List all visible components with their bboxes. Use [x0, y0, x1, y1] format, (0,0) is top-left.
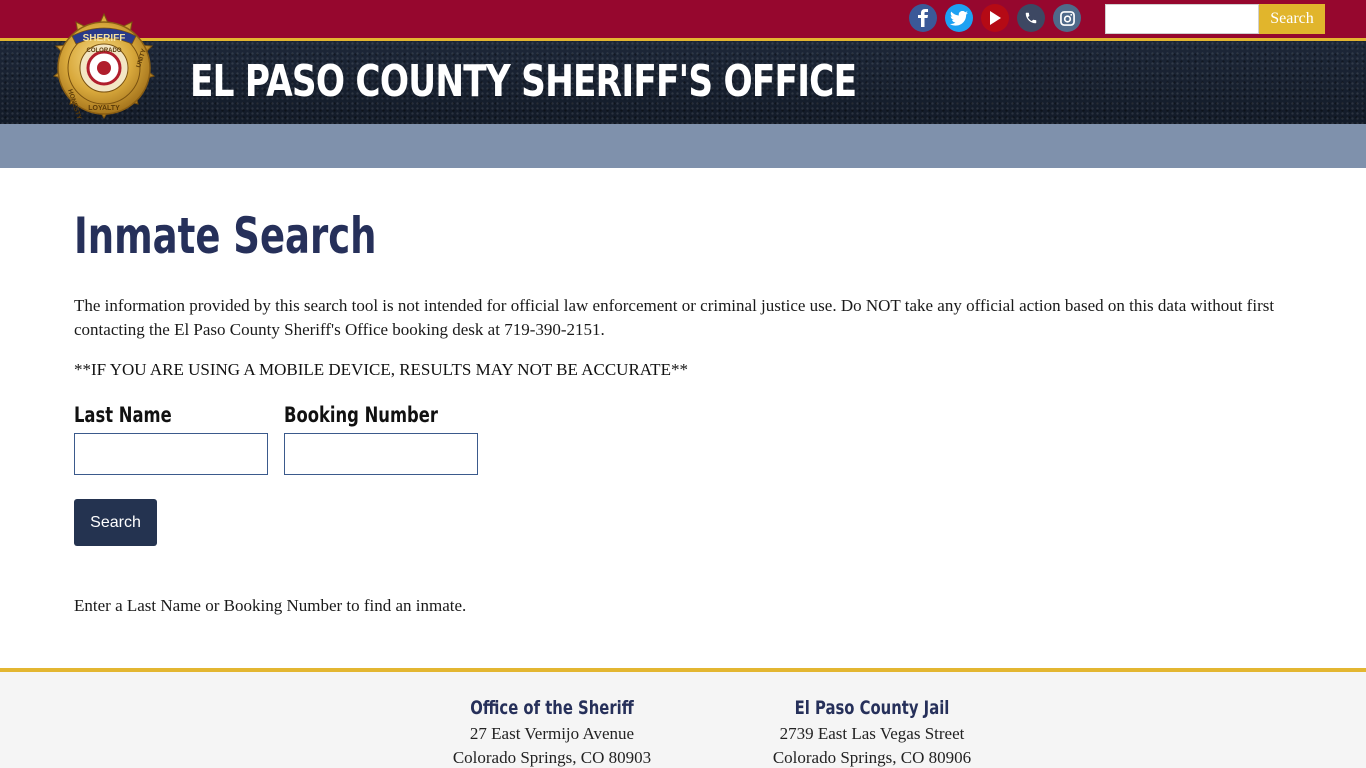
phone-icon[interactable] [1017, 4, 1045, 32]
site-title[interactable]: EL PASO COUNTY SHERIFF'S OFFICE [190, 52, 857, 112]
badge-loyalty-text: LOYALTY [88, 105, 120, 112]
footer: Office of the Sheriff 27 East Vermijo Av… [0, 672, 1366, 768]
instagram-icon[interactable] [1053, 4, 1081, 32]
top-utility-bar: Search [0, 0, 1366, 38]
badge-colorado-text: COLORADO [87, 48, 122, 54]
booking-number-input[interactable] [284, 433, 478, 475]
footer-office-heading: Office of the Sheriff [470, 697, 634, 719]
footer-office-address-line1: 27 East Vermijo Avenue [469, 724, 635, 743]
facebook-icon[interactable] [909, 4, 937, 32]
last-name-label: Last Name [74, 403, 172, 427]
footer-jail-address-line2: Colorado Springs, CO 80906 [772, 748, 972, 767]
mobile-warning-text: **IF YOU ARE USING A MOBILE DEVICE, RESU… [74, 360, 688, 379]
inmate-search-button[interactable]: Search [74, 499, 157, 546]
site-search-button[interactable]: Search [1259, 4, 1325, 34]
site-search-input[interactable] [1105, 4, 1259, 34]
search-help-text: Enter a Last Name or Booking Number to f… [74, 596, 467, 615]
footer-office-block: Office of the Sheriff 27 East Vermijo Av… [422, 694, 682, 768]
page-title: Inmate Search [74, 207, 377, 265]
footer-jail-heading: El Paso County Jail [794, 697, 950, 719]
header-banner: EL PASO COUNTY SHERIFF'S OFFICE [0, 41, 1366, 124]
last-name-input[interactable] [74, 433, 268, 475]
badge-sheriff-text: SHERIFF [83, 33, 126, 44]
booking-number-label: Booking Number [284, 403, 438, 427]
youtube-icon[interactable] [981, 4, 1009, 32]
footer-jail-block: El Paso County Jail 2739 East Las Vegas … [742, 694, 1002, 768]
main-navigation-bar [0, 124, 1366, 168]
footer-office-address-line2: Colorado Springs, CO 80903 [452, 748, 652, 767]
disclaimer-text: The information provided by this search … [74, 296, 1275, 339]
twitter-icon[interactable] [945, 4, 973, 32]
footer-jail-address-line1: 2739 East Las Vegas Street [779, 724, 965, 743]
sheriff-badge-logo[interactable]: SHERIFF COLORADO HONESTY UNITY LOYALTY [48, 12, 160, 124]
